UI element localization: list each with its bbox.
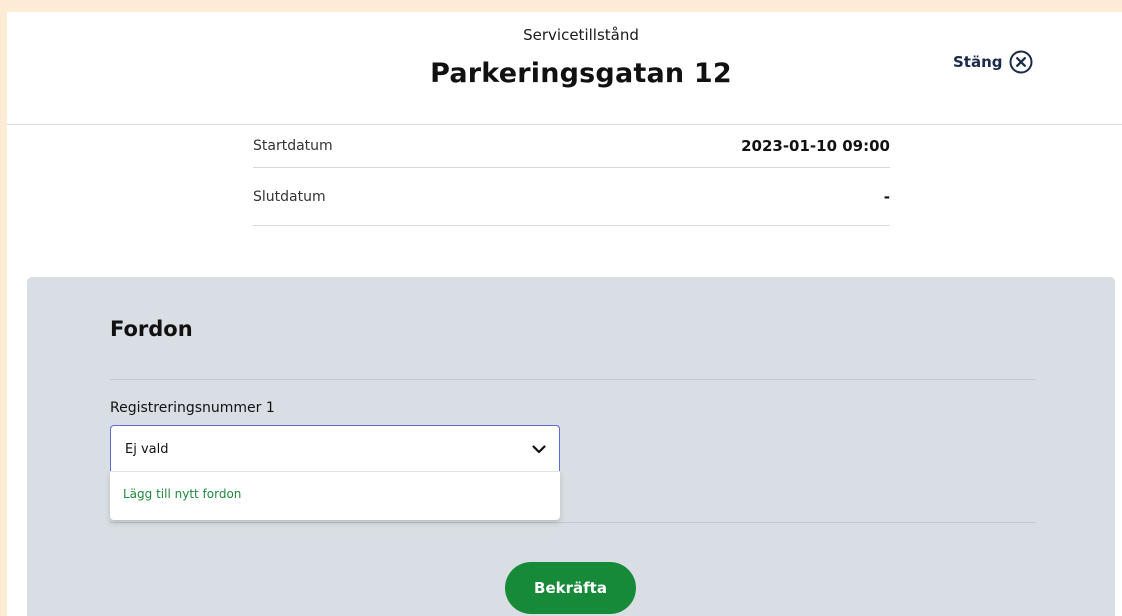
close-button[interactable]: Stäng: [953, 50, 1033, 74]
modal-header: Servicetillstånd Parkeringsgatan 12 Stän…: [7, 12, 1122, 125]
add-new-vehicle-option[interactable]: Lägg till nytt fordon: [123, 487, 241, 501]
select-value: Ej vald: [125, 442, 169, 457]
detail-row-start-date: Startdatum 2023-01-10 09:00: [253, 125, 890, 168]
chevron-down-icon: [532, 445, 546, 454]
section-divider-top: [110, 379, 1036, 380]
vehicle-dropdown-menu: Lägg till nytt fordon: [110, 471, 560, 520]
section-divider-bottom: [110, 522, 1036, 523]
close-label: Stäng: [953, 53, 1003, 71]
start-date-label: Startdatum: [253, 138, 333, 154]
start-date-value: 2023-01-10 09:00: [741, 137, 890, 155]
close-circle-icon: [1009, 50, 1033, 74]
vehicle-section-title: Fordon: [110, 317, 193, 341]
confirm-button[interactable]: Bekräfta: [505, 562, 636, 614]
detail-row-end-date: Slutdatum -: [253, 168, 890, 226]
end-date-value: -: [883, 187, 890, 206]
permit-details: Startdatum 2023-01-10 09:00 Slutdatum -: [253, 125, 890, 226]
service-permit-modal: Servicetillstånd Parkeringsgatan 12 Stän…: [7, 12, 1122, 616]
registration-number-label: Registreringsnummer 1: [110, 400, 275, 416]
end-date-label: Slutdatum: [253, 188, 326, 205]
vehicle-section: Fordon Registreringsnummer 1 Ej vald Läg…: [27, 277, 1115, 616]
modal-subtitle: Servicetillstånd: [523, 26, 639, 44]
registration-number-select[interactable]: Ej vald: [110, 425, 560, 471]
